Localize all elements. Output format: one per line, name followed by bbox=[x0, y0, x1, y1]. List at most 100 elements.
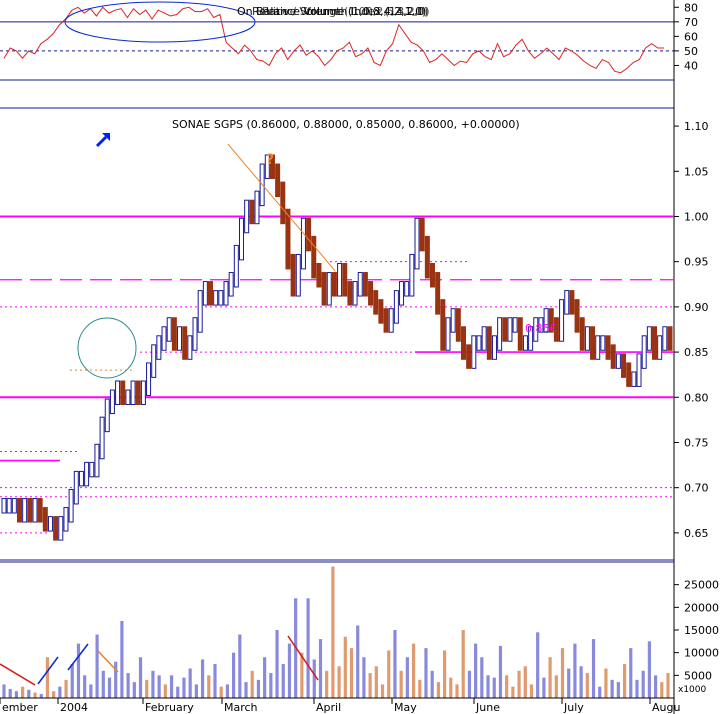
volume-bar bbox=[523, 666, 527, 698]
rsi-panel-overlay-title-3: Price / Volume (1.00,2,5,3,2,0) bbox=[262, 5, 430, 18]
ohlc-bar-body bbox=[584, 326, 590, 351]
ohlc-bar-body bbox=[244, 199, 250, 234]
ohlc-bar bbox=[435, 272, 441, 315]
support-label: 0,85€ bbox=[525, 322, 557, 335]
ohlc-bar bbox=[208, 281, 214, 306]
ohlc-bar bbox=[78, 470, 84, 487]
ohlc-bar bbox=[414, 217, 420, 270]
ohlc-bar-body bbox=[6, 498, 12, 514]
ohlc-bar bbox=[522, 335, 528, 351]
ohlc-bar bbox=[357, 272, 363, 297]
volume-tick-label: 10000 bbox=[684, 647, 719, 660]
ohlc-bar bbox=[383, 308, 389, 333]
ohlc-bar bbox=[238, 217, 244, 261]
ohlc-bar-body bbox=[455, 308, 461, 342]
ohlc-bar bbox=[233, 244, 239, 288]
volume-bar bbox=[52, 691, 56, 698]
ohlc-bar bbox=[466, 344, 472, 369]
ohlc-bar bbox=[109, 389, 115, 415]
ohlc-bar-body bbox=[595, 335, 601, 360]
x-tick-label: ember bbox=[2, 701, 38, 714]
volume-bar bbox=[126, 673, 130, 698]
ohlc-bar-body bbox=[652, 326, 658, 360]
ohlc-bar-body bbox=[223, 281, 229, 306]
ohlc-bar-body bbox=[626, 362, 632, 387]
ohlc-bar bbox=[1, 498, 7, 514]
volume-tick-label: 20000 bbox=[684, 601, 719, 614]
ohlc-bar bbox=[311, 235, 317, 279]
ohlc-bar bbox=[404, 281, 410, 297]
volume-bar bbox=[151, 670, 155, 698]
ohlc-bar bbox=[182, 326, 188, 360]
ohlc-bar-body bbox=[399, 281, 405, 306]
ohlc-bar-body bbox=[280, 181, 286, 225]
ohlc-bar-body bbox=[419, 217, 425, 252]
volume-trend-red-1 bbox=[0, 663, 36, 686]
ohlc-bar-body bbox=[502, 317, 508, 342]
ohlc-bar bbox=[321, 272, 327, 306]
volume-bar bbox=[343, 636, 347, 698]
volume-bar bbox=[275, 630, 279, 698]
volume-bar bbox=[442, 650, 447, 698]
volume-bar bbox=[666, 673, 670, 698]
ohlc-bar bbox=[455, 308, 461, 342]
ohlc-bar bbox=[636, 353, 642, 387]
ohlc-bar bbox=[11, 498, 17, 514]
ohlc-bar bbox=[450, 308, 456, 333]
volume-bar bbox=[356, 625, 360, 698]
ohlc-bar bbox=[22, 498, 28, 523]
volume-bar bbox=[188, 668, 192, 698]
volume-bar bbox=[362, 657, 366, 698]
ohlc-bar-body bbox=[460, 326, 466, 360]
ohlc-bar bbox=[430, 262, 436, 288]
ohlc-bar-body bbox=[435, 272, 441, 315]
ohlc-bar bbox=[574, 299, 580, 333]
ohlc-bar-body bbox=[202, 281, 208, 306]
ohlc-bar bbox=[610, 344, 616, 369]
ohlc-bar bbox=[579, 317, 585, 351]
volume-bar bbox=[629, 648, 633, 698]
consolidation-circle bbox=[77, 317, 137, 379]
volume-tick-label: 15000 bbox=[684, 624, 719, 637]
ohlc-bar-body bbox=[16, 498, 22, 523]
volume-bar bbox=[374, 666, 378, 698]
ohlc-bar-body bbox=[486, 326, 492, 360]
x-tick-label: 2004 bbox=[60, 701, 88, 714]
ohlc-bar-body bbox=[275, 163, 281, 198]
ohlc-bar-body bbox=[22, 498, 28, 523]
volume-bar bbox=[325, 670, 329, 698]
ohlc-bar bbox=[399, 281, 405, 306]
x-tick-label: April bbox=[316, 701, 341, 714]
ohlc-bar bbox=[171, 317, 177, 351]
ohlc-bar bbox=[667, 326, 673, 351]
ohlc-bar-body bbox=[166, 317, 172, 342]
ohlc-bar bbox=[146, 362, 152, 396]
ohlc-bar-body bbox=[192, 317, 198, 351]
ohlc-bar-body bbox=[615, 353, 621, 369]
price-tick-label: 1.05 bbox=[684, 165, 709, 178]
volume-bar bbox=[225, 684, 230, 698]
ohlc-bar-body bbox=[120, 380, 126, 406]
ohlc-bar bbox=[445, 317, 451, 351]
volume-bar bbox=[287, 643, 292, 698]
ohlc-bar bbox=[590, 326, 596, 360]
ohlc-bar-body bbox=[440, 299, 446, 351]
volume-bar bbox=[536, 632, 540, 698]
volume-panel: 25000 20000 15000 10000 5000 bbox=[0, 561, 719, 698]
volume-bar bbox=[33, 692, 37, 698]
ohlc-bar-body bbox=[424, 235, 430, 279]
volume-bar bbox=[169, 675, 174, 698]
ohlc-bar bbox=[151, 344, 157, 378]
ohlc-bar-body bbox=[321, 272, 327, 306]
volume-bar bbox=[449, 677, 453, 698]
volume-bar bbox=[474, 643, 478, 698]
ohlc-bar bbox=[37, 498, 43, 523]
rsi-tick-label: 40 bbox=[684, 59, 698, 72]
volume-bar bbox=[207, 675, 211, 698]
volume-bar bbox=[579, 666, 583, 698]
volume-bar bbox=[200, 659, 205, 698]
volume-bar bbox=[132, 682, 136, 698]
x-tick-label: July bbox=[563, 701, 584, 714]
ohlc-bar-body bbox=[497, 317, 503, 351]
ohlc-bar bbox=[135, 380, 141, 406]
